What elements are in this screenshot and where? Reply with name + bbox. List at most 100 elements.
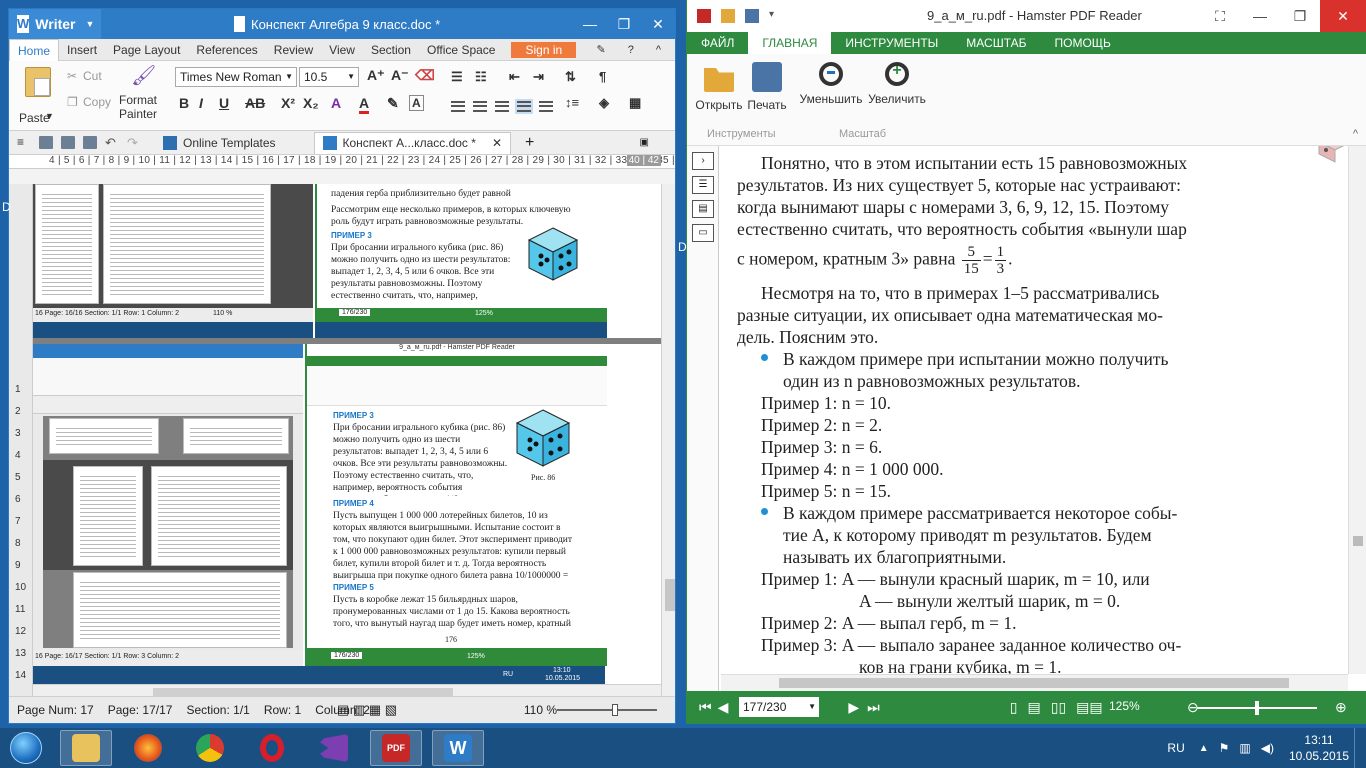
taskbar-visual-studio[interactable]	[308, 730, 360, 766]
format-painter-label-1[interactable]: Format	[119, 93, 157, 107]
view-mode-icon[interactable]: ▤ ▥ ▦ ▧	[337, 702, 397, 718]
new-tab-button[interactable]: +	[525, 134, 534, 152]
undo-icon[interactable]: ↶	[105, 136, 119, 149]
outdent-icon[interactable]: ⇥	[533, 69, 544, 85]
maximize-button[interactable]: ❐	[607, 9, 641, 39]
taskbar-pdf-reader[interactable]: PDF	[370, 730, 422, 766]
menu-insert[interactable]: Insert	[59, 39, 105, 61]
network-icon[interactable]: ▥	[1239, 741, 1250, 755]
scroll-thumb[interactable]	[153, 688, 453, 696]
maximize-button[interactable]: ❐	[1280, 0, 1320, 32]
ribbon-collapse-icon[interactable]: ^	[648, 39, 669, 61]
writer-app-menu[interactable]: W Writer ▼	[9, 9, 101, 39]
show-marks-icon[interactable]: ¶	[599, 69, 606, 84]
status-zoom[interactable]: 110 %	[524, 703, 557, 717]
layout-facing-icon[interactable]: ▯▯	[1051, 699, 1066, 716]
line-spacing-icon[interactable]: ↕≡	[565, 95, 579, 110]
pdf-zoom-slider[interactable]	[1197, 701, 1317, 715]
menu-tools[interactable]: ИНСТРУМЕНТЫ	[831, 32, 952, 54]
taskbar-writer[interactable]: W	[432, 730, 484, 766]
format-painter-label-2[interactable]: Painter	[119, 107, 157, 121]
pdf-zoom-slider-knob[interactable]	[1255, 701, 1259, 715]
expand-sidebar-icon[interactable]: ›	[692, 152, 714, 170]
save-icon[interactable]	[39, 136, 53, 149]
first-page-icon[interactable]: ⏮	[699, 699, 712, 716]
align-justify-icon[interactable]	[515, 99, 533, 114]
numbering-icon[interactable]: ☷	[475, 69, 487, 85]
menu-zoom[interactable]: МАСШТАБ	[952, 32, 1040, 54]
ribbon-collapse-icon[interactable]: ^	[1353, 128, 1358, 140]
char-border-icon[interactable]: A	[409, 95, 424, 111]
font-color-alt-icon[interactable]: A	[331, 95, 341, 111]
layout-facing-continuous-icon[interactable]: ▤▤	[1076, 699, 1102, 716]
grow-font-icon[interactable]: A⁺	[367, 67, 385, 84]
pdf-horizontal-scrollbar[interactable]	[721, 674, 1348, 691]
horizontal-ruler[interactable]: 4 | 5 | 6 | 7 | 8 | 9 | 10 | 11 | 12 | 1…	[9, 155, 675, 169]
redo-icon[interactable]: ↷	[127, 136, 141, 149]
language-indicator[interactable]: RU	[1167, 741, 1184, 755]
pdf-page-content[interactable]: Понятно, что в этом испытании есть 15 ра…	[721, 146, 1349, 674]
tab-list-icon[interactable]: ▣	[640, 137, 649, 148]
taskbar-firefox[interactable]	[122, 730, 174, 766]
tab-document[interactable]: Конспект А...класс.doc * ✕	[313, 131, 511, 154]
taskbar-opera[interactable]	[246, 730, 298, 766]
menu-office-space[interactable]: Office Space	[419, 39, 503, 61]
indent-icon[interactable]: ⇤	[509, 69, 520, 85]
vertical-ruler[interactable]: 1 2 3 4 5 6 7 8 9 10 11 12 13 14	[9, 184, 33, 698]
paste-icon[interactable]	[25, 67, 51, 97]
tray-expand-icon[interactable]: ▲	[1199, 743, 1209, 754]
menu-home[interactable]: Home	[9, 38, 60, 61]
shading-icon[interactable]: ◈	[599, 95, 609, 111]
menu-file[interactable]: ФАЙЛ	[687, 32, 748, 54]
zoom-slider-knob[interactable]	[612, 704, 618, 716]
zoom-out-button[interactable]: Уменьшить	[799, 62, 863, 106]
align-center-icon[interactable]	[473, 101, 487, 112]
menu-section[interactable]: Section	[363, 39, 419, 61]
last-page-icon[interactable]: ⏭	[867, 699, 880, 716]
close-tab-icon[interactable]: ✕	[492, 136, 502, 150]
start-button[interactable]	[4, 730, 48, 766]
layout-single-icon[interactable]: ▯	[1010, 699, 1018, 716]
font-size-select[interactable]: 10.5 ▼	[299, 67, 359, 87]
menu-references[interactable]: References	[188, 39, 265, 61]
zoom-in-small-icon[interactable]: ⊕	[1335, 699, 1347, 716]
page-number-input[interactable]: 177/230 ▼	[739, 697, 819, 717]
chevron-down-icon[interactable]: ▾	[769, 9, 779, 23]
scroll-thumb[interactable]	[1353, 536, 1363, 546]
menu-page-layout[interactable]: Page Layout	[105, 39, 188, 61]
subscript-icon[interactable]: X₂	[303, 95, 319, 111]
highlight-icon[interactable]: ✎	[387, 95, 399, 112]
annotations-icon[interactable]: ▭	[692, 224, 714, 242]
pdf-vertical-scrollbar[interactable]	[1348, 146, 1366, 674]
menu-view[interactable]: View	[321, 39, 363, 61]
bookmarks-icon[interactable]: ☰	[692, 176, 714, 194]
thumbnails-icon[interactable]: ▤	[692, 200, 714, 218]
print-icon[interactable]	[745, 9, 759, 23]
distribute-icon[interactable]	[539, 101, 553, 112]
open-button[interactable]: Открыть	[695, 62, 743, 112]
clock[interactable]: 13:11 10.05.2015	[1284, 732, 1354, 764]
help-icon[interactable]: ?	[620, 39, 642, 61]
vertical-scrollbar[interactable]	[661, 184, 675, 698]
font-name-select[interactable]: Times New Roman ▼	[175, 67, 297, 87]
underline-icon[interactable]: U	[219, 95, 229, 111]
shrink-font-icon[interactable]: A⁻	[391, 67, 409, 84]
close-button[interactable]: ✕	[641, 9, 675, 39]
minimize-button[interactable]: —	[1240, 0, 1280, 32]
clear-format-icon[interactable]: ⌫	[415, 67, 435, 84]
sort-icon[interactable]: ⇅	[565, 69, 576, 85]
italic-icon[interactable]: I	[199, 95, 203, 111]
skin-icon[interactable]: ✎	[588, 39, 613, 61]
flag-icon[interactable]: ⚑	[1219, 741, 1230, 755]
taskbar-explorer[interactable]	[60, 730, 112, 766]
bullets-icon[interactable]: ☰	[451, 69, 463, 85]
align-right-icon[interactable]	[495, 101, 509, 112]
cut-button[interactable]: Cut	[83, 69, 102, 83]
close-button[interactable]: ✕	[1320, 0, 1366, 32]
borders-icon[interactable]: ▦	[629, 95, 641, 111]
show-desktop-button[interactable]	[1354, 728, 1366, 768]
taskbar-chrome[interactable]	[184, 730, 236, 766]
document-area[interactable]: 1 2 3 4 5 6 7 8 9 10 11 12 13 14 16 Page…	[9, 184, 675, 698]
scroll-thumb[interactable]	[779, 678, 1289, 688]
volume-icon[interactable]: ◀)	[1261, 741, 1274, 755]
